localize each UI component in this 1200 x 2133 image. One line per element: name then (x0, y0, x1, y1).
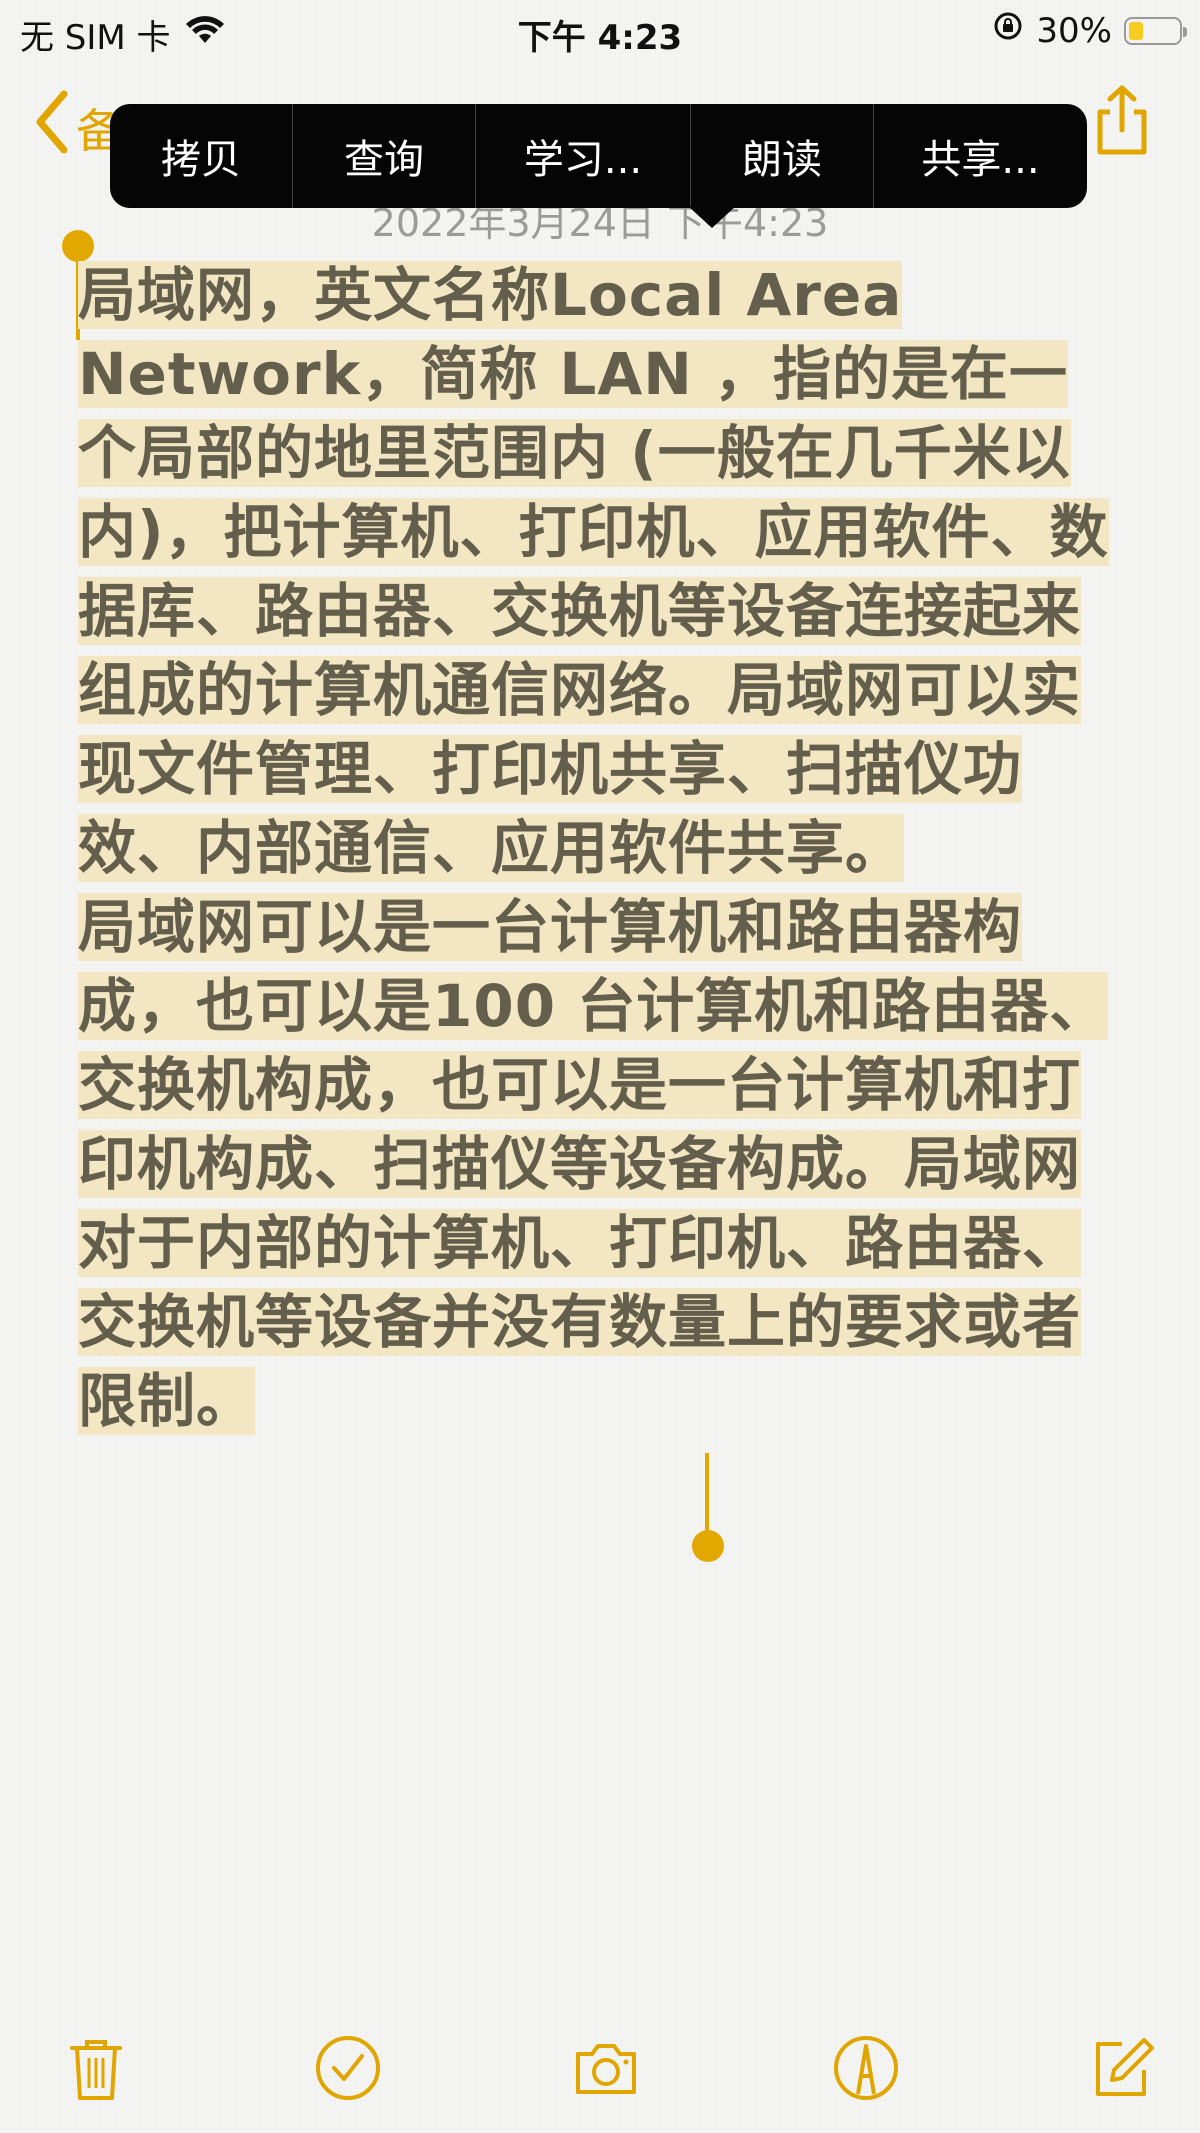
selected-text: 局域网可以是一台计算机和路由器构成，也可以是100 台计算机和路由器、交换机构成… (78, 893, 1109, 1435)
checklist-button[interactable] (308, 2030, 388, 2110)
menu-share[interactable]: 共享... (874, 104, 1087, 208)
note-body[interactable]: 局域网，英文名称Local Area Network，简称 LAN ，指的是在一… (78, 256, 1122, 1441)
orientation-lock-icon (992, 10, 1024, 51)
menu-learn[interactable]: 学习... (476, 104, 691, 208)
selected-text: 局域网，英文名称Local Area Network，简称 LAN ，指的是在一… (78, 261, 1109, 882)
share-icon (1092, 85, 1152, 160)
bottom-toolbar (0, 2030, 1200, 2110)
compose-icon (1086, 2032, 1158, 2108)
camera-button[interactable] (566, 2030, 646, 2110)
selection-end-handle[interactable] (692, 1530, 724, 1562)
compose-button[interactable] (1082, 2030, 1162, 2110)
note-paragraph-1[interactable]: 局域网，英文名称Local Area Network，简称 LAN ，指的是在一… (78, 256, 1122, 888)
delete-button[interactable] (56, 2030, 136, 2110)
menu-copy[interactable]: 拷贝 (110, 104, 293, 208)
menu-lookup[interactable]: 查询 (293, 104, 476, 208)
battery-fill (1129, 21, 1143, 40)
chevron-left-icon (34, 90, 70, 165)
trash-icon (60, 2032, 132, 2108)
context-menu: 拷贝 查询 学习... 朗读 共享... (110, 104, 1087, 228)
markup-icon (830, 2032, 902, 2108)
menu-speak[interactable]: 朗读 (691, 104, 874, 208)
battery-icon (1124, 16, 1187, 45)
status-right: 30% (992, 10, 1187, 51)
checklist-icon (312, 2032, 384, 2108)
markup-button[interactable] (826, 2030, 906, 2110)
status-bar: 无 SIM 卡 下午 4:23 30% (0, 0, 1200, 60)
share-button[interactable] (1092, 84, 1152, 156)
note-paragraph-2[interactable]: 局域网可以是一台计算机和路由器构成，也可以是100 台计算机和路由器、交换机构成… (78, 888, 1122, 1441)
camera-icon (570, 2032, 642, 2108)
battery-percent: 30% (1036, 10, 1112, 51)
